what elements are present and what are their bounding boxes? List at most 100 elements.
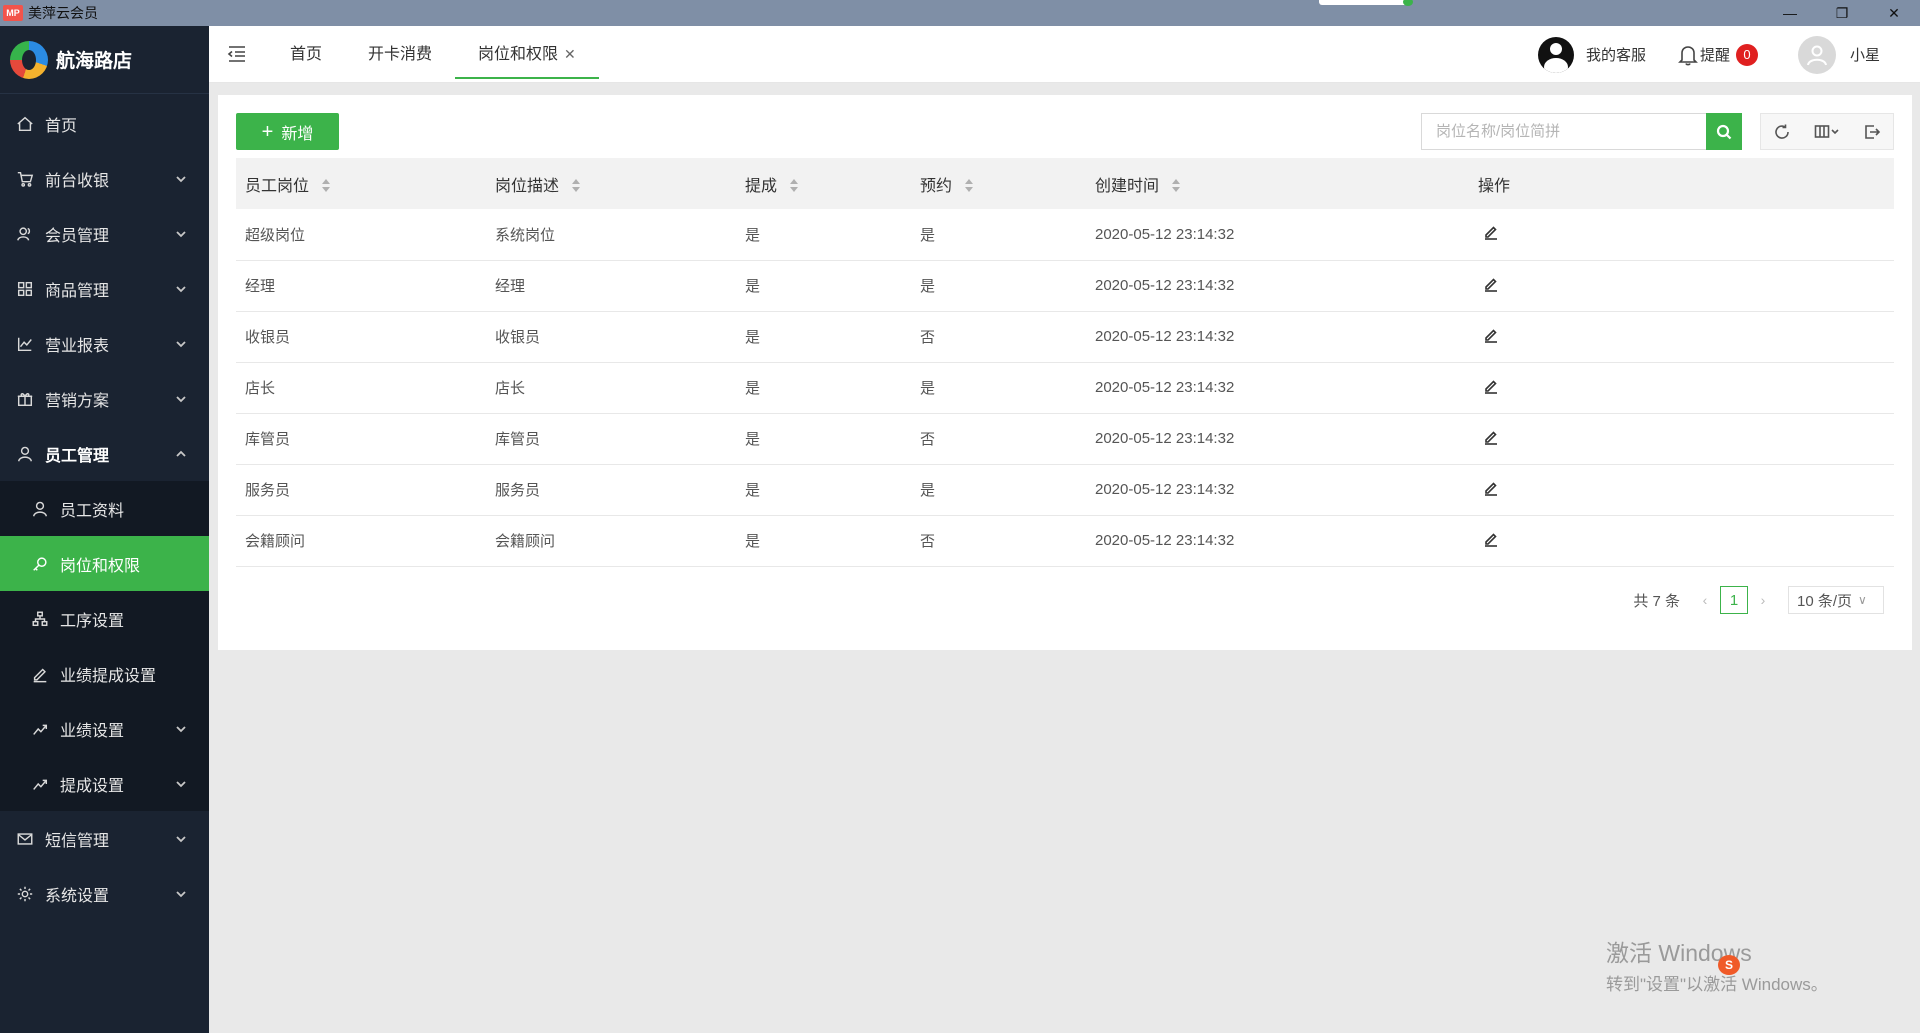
table-row[interactable]: 服务员 服务员 是 是 2020-05-12 23:14:32: [236, 464, 1894, 516]
close-icon[interactable]: ✕: [564, 46, 576, 62]
reminder-link[interactable]: 提醒: [1700, 44, 1730, 65]
user-avatar-icon: [1806, 45, 1827, 65]
sidebar-item-commission-rules[interactable]: 业绩提成设置: [0, 646, 209, 701]
edit-icon[interactable]: [1483, 531, 1501, 549]
tab-card-consume[interactable]: 开卡消费: [345, 26, 455, 83]
cell-description: 服务员: [486, 464, 736, 516]
columns-toggle-button[interactable]: [1809, 118, 1845, 146]
prev-page-button[interactable]: ‹: [1694, 592, 1716, 608]
ime-icon[interactable]: S: [1718, 955, 1740, 975]
cell-position: 超级岗位: [236, 209, 486, 261]
cell-actions: [1469, 209, 1894, 261]
sort-icon[interactable]: [1171, 179, 1181, 193]
user-icon: [30, 499, 50, 519]
table-row[interactable]: 超级岗位 系统岗位 是 是 2020-05-12 23:14:32: [236, 209, 1894, 261]
window-title: 美萍云会员: [28, 5, 98, 21]
cell-actions: [1469, 413, 1894, 465]
table-row[interactable]: 店长 店长 是 是 2020-05-12 23:14:32: [236, 362, 1894, 414]
close-window-button[interactable]: ✕: [1868, 0, 1920, 26]
refresh-icon: [1774, 124, 1789, 139]
table-row[interactable]: 收银员 收银员 是 否 2020-05-12 23:14:32: [236, 311, 1894, 363]
cell-position: 服务员: [236, 464, 486, 516]
collapse-sidebar-button[interactable]: [227, 44, 247, 64]
column-created-time[interactable]: 创建时间: [1086, 158, 1469, 209]
windows-activation-watermark: 激活 Windows 转到"设置"以激活 Windows。: [1606, 934, 1828, 995]
chevron-up-icon: [175, 447, 187, 459]
tab-home[interactable]: 首页: [267, 26, 345, 83]
sort-icon[interactable]: [571, 179, 581, 193]
mail-icon: [15, 829, 35, 849]
table-row[interactable]: 经理 经理 是 是 2020-05-12 23:14:32: [236, 260, 1894, 312]
edit-icon[interactable]: [1483, 480, 1501, 498]
table-row[interactable]: 库管员 库管员 是 否 2020-05-12 23:14:32: [236, 413, 1894, 465]
sidebar-item-cashier[interactable]: 前台收银: [0, 151, 209, 206]
cell-created-time: 2020-05-12 23:14:32: [1086, 311, 1469, 363]
sidebar-item-staff[interactable]: 员工管理: [0, 426, 209, 481]
cart-icon: [15, 169, 35, 189]
sidebar-item-positions[interactable]: 岗位和权限: [0, 536, 209, 591]
sidebar-item-performance-settings[interactable]: 业绩设置: [0, 701, 209, 756]
next-page-button[interactable]: ›: [1752, 592, 1774, 608]
table-row[interactable]: 会籍顾问 会籍顾问 是 否 2020-05-12 23:14:32: [236, 515, 1894, 567]
sort-icon[interactable]: [789, 179, 799, 193]
tab-label: 开卡消费: [368, 46, 433, 63]
bell-icon[interactable]: [1678, 44, 1698, 66]
column-commission[interactable]: 提成: [736, 158, 911, 209]
minimize-button[interactable]: —: [1764, 0, 1816, 26]
column-label: 创建时间: [1095, 177, 1160, 195]
window-titlebar: MP 美萍云会员 — ❐ ✕: [0, 0, 1920, 26]
avatar[interactable]: [1797, 35, 1836, 74]
search-button[interactable]: [1706, 113, 1742, 150]
chevron-down-icon: [175, 282, 187, 294]
edit-icon[interactable]: [1483, 276, 1501, 294]
cell-actions: [1469, 260, 1894, 312]
edit-icon[interactable]: [1483, 224, 1501, 242]
page-number-button[interactable]: 1: [1720, 586, 1748, 614]
customer-service-link[interactable]: 我的客服: [1586, 44, 1646, 65]
sidebar-item-process-settings[interactable]: 工序设置: [0, 591, 209, 646]
export-icon: [1865, 124, 1881, 139]
page-size-select[interactable]: 10 条/页 ∨: [1788, 586, 1884, 614]
sidebar-item-label: 营业报表: [45, 337, 110, 355]
sidebar-item-members[interactable]: 会员管理: [0, 206, 209, 261]
sidebar-item-marketing[interactable]: 营销方案: [0, 371, 209, 426]
trend-icon: [30, 774, 50, 794]
sidebar-item-commission-settings[interactable]: 提成设置: [0, 756, 209, 811]
restore-button[interactable]: ❐: [1816, 0, 1868, 26]
plus-icon: +: [261, 120, 274, 143]
column-booking[interactable]: 预约: [911, 158, 1086, 209]
trend-icon: [30, 719, 50, 739]
refresh-button[interactable]: [1768, 118, 1796, 146]
chevron-down-icon: [175, 172, 187, 184]
column-position[interactable]: 员工岗位: [236, 158, 486, 209]
edit-icon[interactable]: [1483, 327, 1501, 345]
sidebar-item-system-settings[interactable]: 系统设置: [0, 866, 209, 921]
user-name[interactable]: 小星: [1850, 44, 1880, 65]
customer-service-icon[interactable]: [1537, 36, 1574, 73]
column-description[interactable]: 岗位描述: [486, 158, 736, 209]
pen-icon: [30, 664, 50, 684]
brand[interactable]: 航海路店: [0, 26, 209, 94]
window-controls: — ❐ ✕: [1764, 0, 1920, 26]
sidebar-item-products[interactable]: 商品管理: [0, 261, 209, 316]
edit-icon[interactable]: [1483, 378, 1501, 396]
column-label: 操作: [1478, 177, 1511, 195]
sidebar-item-label: 岗位和权限: [60, 557, 141, 575]
sidebar-item-sms[interactable]: 短信管理: [0, 811, 209, 866]
sort-icon[interactable]: [964, 179, 974, 193]
sidebar-item-label: 会员管理: [45, 227, 110, 245]
export-button[interactable]: [1858, 118, 1886, 146]
add-position-button[interactable]: + 新增: [236, 113, 339, 150]
sidebar-item-label: 系统设置: [45, 887, 110, 905]
sidebar-item-staff-profile[interactable]: 员工资料: [0, 481, 209, 536]
cell-position: 收银员: [236, 311, 486, 363]
cell-created-time: 2020-05-12 23:14:32: [1086, 209, 1469, 261]
add-button-label: 新增: [281, 125, 314, 143]
tab-positions[interactable]: 岗位和权限 ✕: [455, 26, 599, 83]
edit-icon[interactable]: [1483, 429, 1501, 447]
sidebar-item-reports[interactable]: 营业报表: [0, 316, 209, 371]
sidebar-item-home[interactable]: 首页: [0, 96, 209, 151]
cell-description: 店长: [486, 362, 736, 414]
search-input[interactable]: [1421, 113, 1706, 150]
sort-icon[interactable]: [321, 179, 331, 193]
